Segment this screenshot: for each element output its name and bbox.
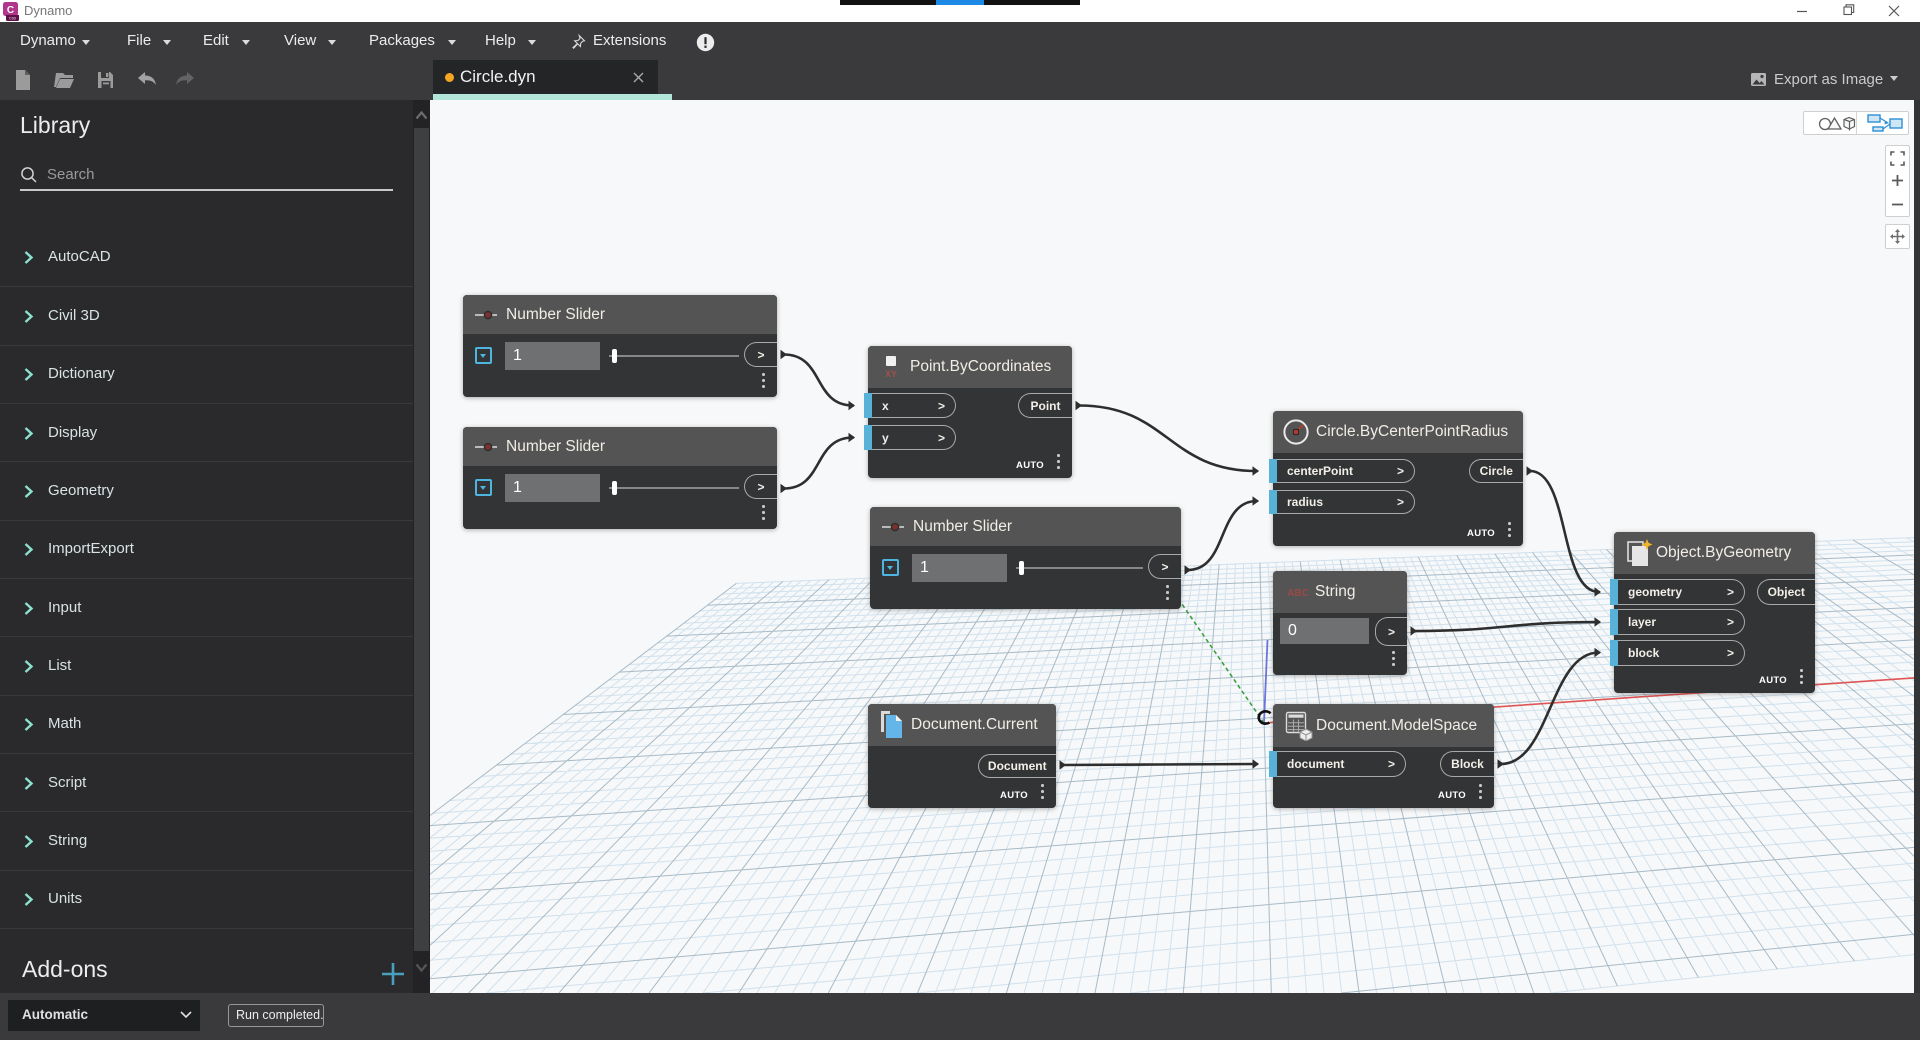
- svg-text:C: C: [7, 5, 14, 16]
- svg-text:XY: XY: [885, 369, 897, 379]
- svg-text:ABC: ABC: [1287, 588, 1309, 598]
- svg-text:C3D: C3D: [9, 17, 17, 21]
